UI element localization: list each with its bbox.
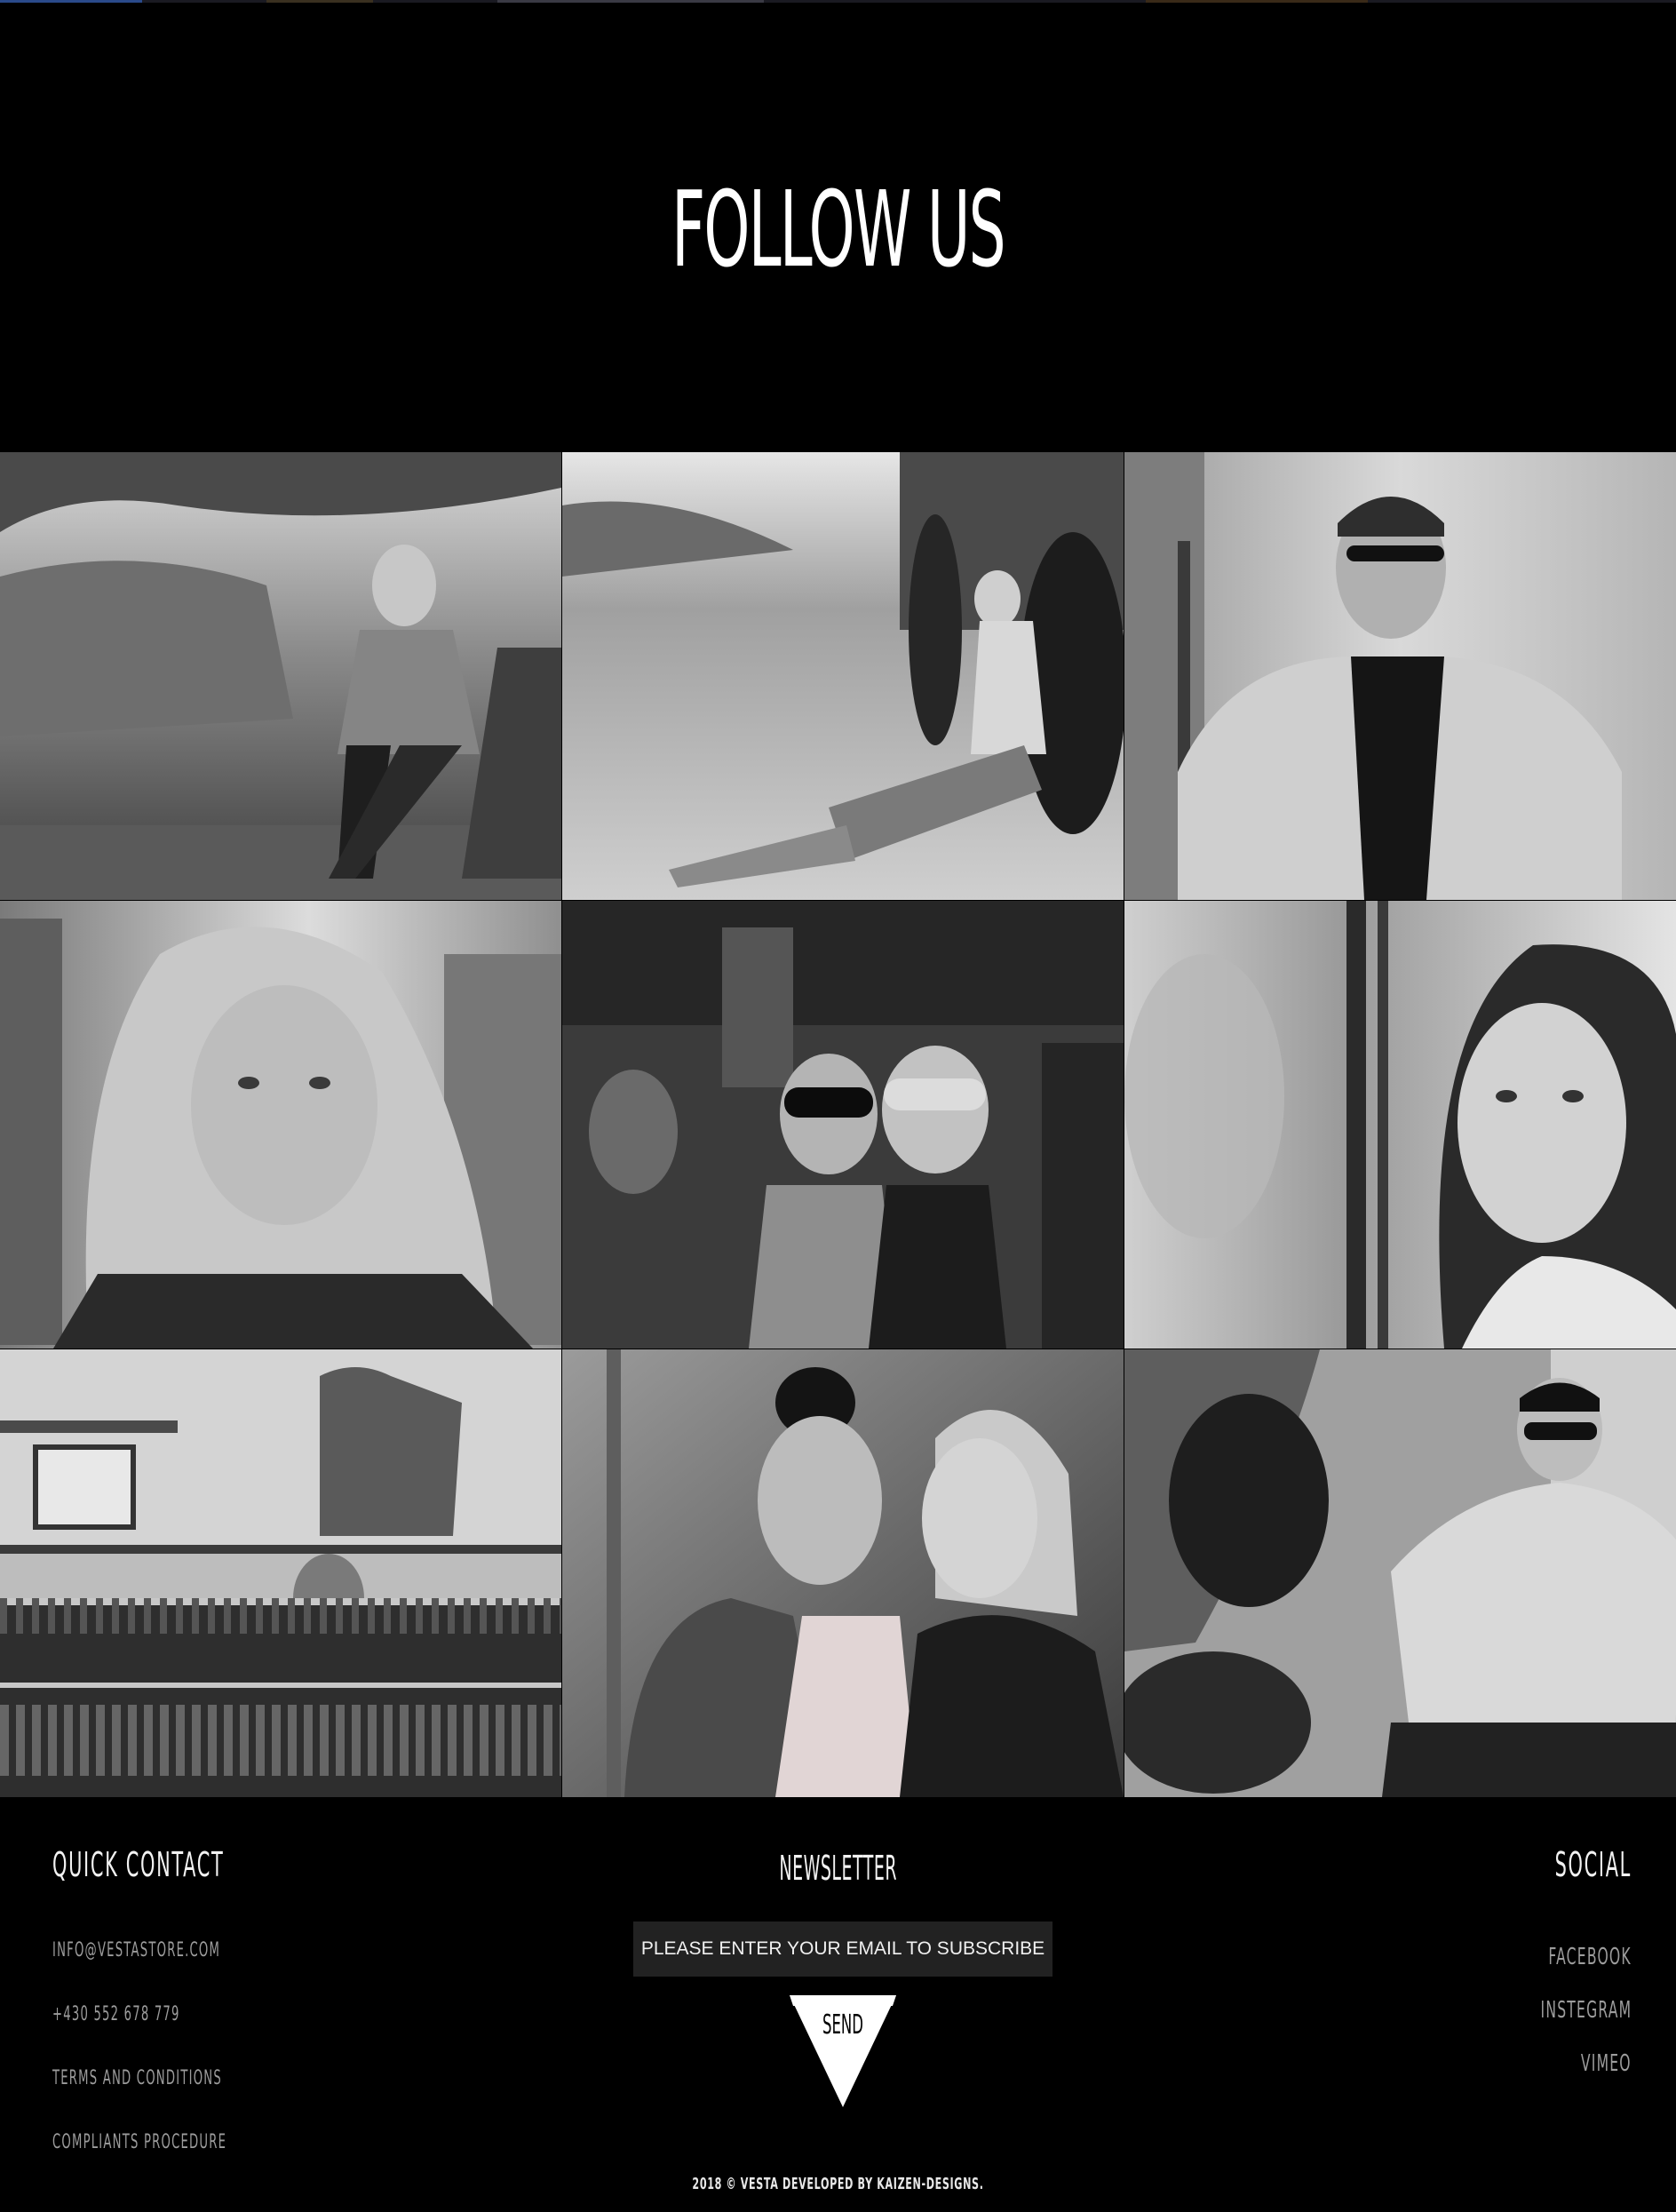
gallery-item-window-portrait[interactable]	[1124, 901, 1676, 1349]
gallery-photo	[562, 901, 1124, 1349]
social-heading: SOCIAL	[1554, 1845, 1632, 1884]
gallery-photo	[562, 1349, 1124, 1797]
gallery-photo	[562, 452, 1124, 900]
contact-phone-link[interactable]: +430 552 678 779	[52, 2003, 180, 2025]
newsletter-email-input[interactable]	[633, 1922, 1052, 1977]
gallery-item-woman-by-jeep[interactable]	[562, 452, 1124, 900]
gallery-item-women-on-rock[interactable]	[0, 452, 561, 900]
gallery-photo	[1124, 452, 1676, 900]
instagram-link[interactable]: INSTEGRAM	[1540, 1997, 1632, 2024]
instagram-gallery	[0, 452, 1676, 1797]
quick-contact-column: QUICK CONTACT INFO@VESTASTORE.COM +430 5…	[52, 1797, 496, 2212]
gallery-photo	[0, 901, 561, 1349]
gallery-item-man-sunglasses[interactable]	[1124, 1349, 1676, 1797]
quick-contact-heading: QUICK CONTACT	[52, 1845, 225, 1884]
vimeo-link[interactable]: VIMEO	[1581, 2050, 1632, 2077]
gallery-item-blonde-portrait[interactable]	[0, 901, 561, 1349]
contact-email-link[interactable]: INFO@VESTASTORE.COM	[52, 1939, 220, 1961]
copyright-text: 2018 © VESTA DEVELOPED BY KAIZEN-DESIGNS…	[692, 2175, 984, 2193]
gallery-item-masquerade[interactable]	[562, 901, 1124, 1349]
gallery-item-clothing-shop[interactable]	[0, 1349, 561, 1797]
terms-link[interactable]: TERMS AND CONDITIONS	[52, 2067, 222, 2089]
send-label: SEND	[822, 2009, 863, 2041]
gallery-photo	[1124, 1349, 1676, 1797]
follow-us-title: FOLLOW US	[671, 168, 1006, 290]
gallery-photo	[1124, 901, 1676, 1349]
gallery-photo	[0, 452, 561, 900]
social-column: SOCIAL FACEBOOK INSTEGRAM VIMEO	[1232, 1797, 1632, 2212]
site-footer: QUICK CONTACT INFO@VESTASTORE.COM +430 5…	[0, 1797, 1676, 2212]
complaints-link[interactable]: COMPLIANTS PROCEDURE	[52, 2131, 226, 2153]
gallery-item-two-women[interactable]	[562, 1349, 1124, 1797]
send-button[interactable]: SEND	[788, 1995, 898, 2109]
gallery-photo	[0, 1349, 561, 1797]
facebook-link[interactable]: FACEBOOK	[1548, 1944, 1632, 1970]
follow-us-section: FOLLOW US	[0, 3, 1676, 452]
newsletter-heading: NEWSLETTER	[779, 1849, 897, 1888]
gallery-item-man-in-glasses[interactable]	[1124, 452, 1676, 900]
